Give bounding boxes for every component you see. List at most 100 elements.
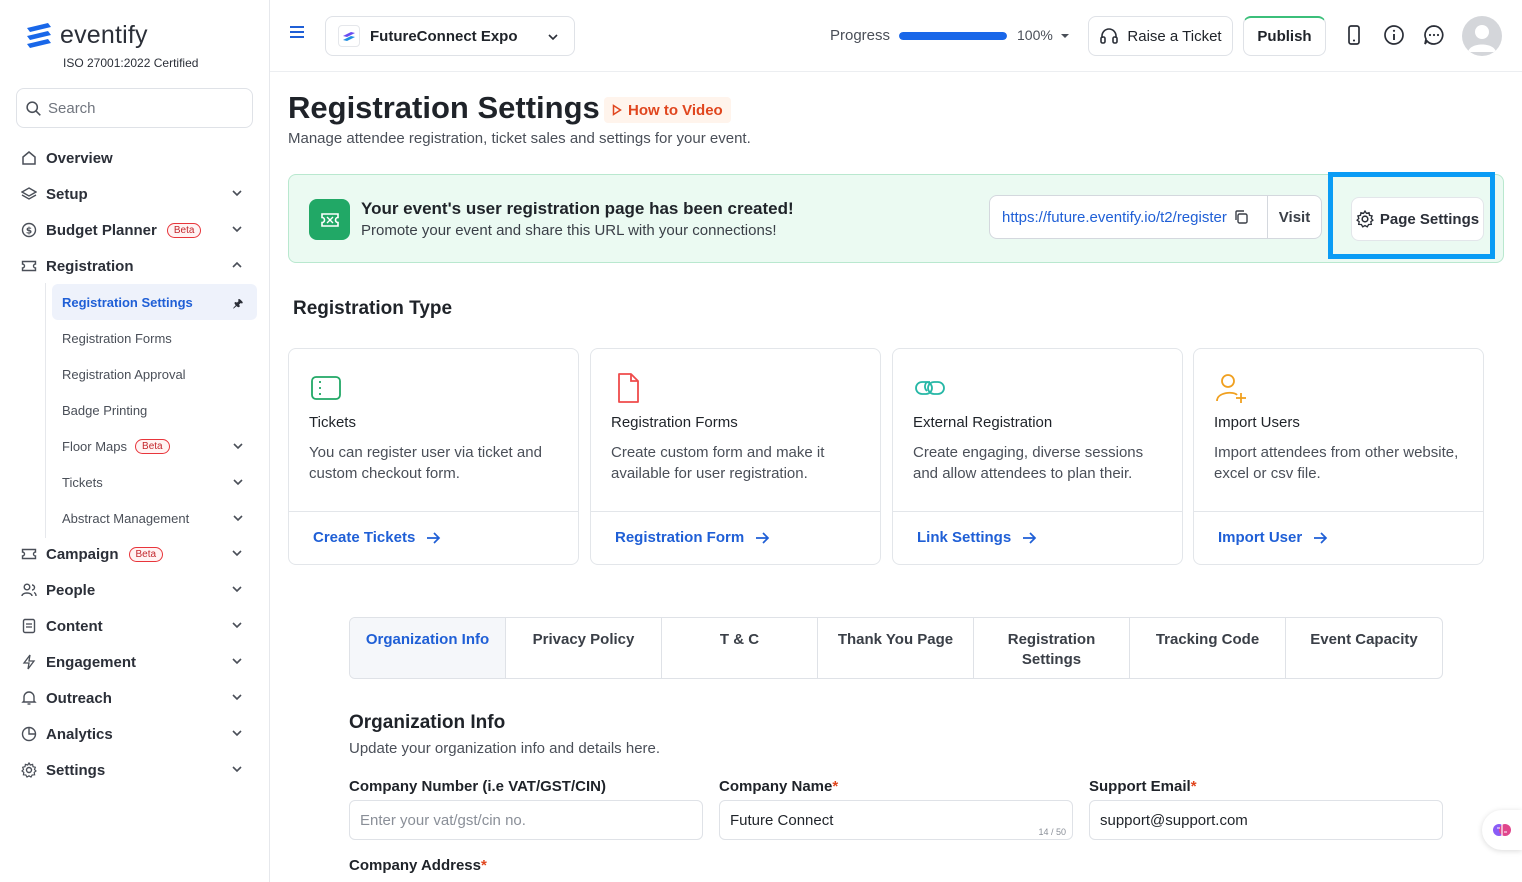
page-title: Registration Settings: [288, 90, 600, 125]
eventify-logo-icon: [27, 23, 51, 48]
sidebar-item-analytics[interactable]: Analytics: [20, 716, 250, 752]
company-name-input[interactable]: Future Connect 14 / 50: [719, 800, 1073, 840]
sidebar-item-budget-planner[interactable]: $ Budget Planner Beta: [20, 212, 250, 248]
how-to-video-button[interactable]: How to Video: [604, 97, 731, 123]
support-email-input[interactable]: support@support.com: [1089, 800, 1443, 840]
sidebar-item-setup[interactable]: Setup: [20, 176, 250, 212]
caret-down-icon[interactable]: [1060, 31, 1070, 41]
document-icon: [618, 373, 639, 403]
mobile-icon[interactable]: [1343, 24, 1365, 46]
sidebar-subitem-label: Floor Maps: [62, 438, 128, 454]
sidebar-item-outreach[interactable]: Outreach: [20, 680, 250, 716]
company-address-label: Company Address*: [349, 857, 487, 874]
sidebar-subitem-registration-forms[interactable]: Registration Forms: [52, 320, 257, 356]
tickets-card: Tickets You can register user via ticket…: [288, 348, 579, 565]
import-user-link[interactable]: Import User: [1218, 529, 1328, 546]
sidebar-item-engagement[interactable]: Engagement: [20, 644, 250, 680]
arrow-right-icon: [1023, 531, 1037, 544]
registration-form-link[interactable]: Registration Form: [615, 529, 770, 546]
chevron-down-icon: [233, 479, 243, 486]
sidebar-subitem-tickets[interactable]: Tickets: [52, 464, 257, 500]
pin-icon[interactable]: 🖈: [233, 295, 243, 314]
event-selector[interactable]: FutureConnect Expo: [325, 16, 575, 56]
sidebar-subitem-floor-maps[interactable]: Floor Maps Beta: [52, 428, 257, 464]
card-title: Import Users: [1214, 414, 1300, 431]
chevron-down-icon: [233, 515, 243, 522]
brain-icon: [1493, 824, 1511, 836]
chat-icon[interactable]: [1423, 24, 1445, 46]
sidebar-subitem-label: Badge Printing: [62, 402, 148, 418]
page-subtitle: Manage attendee registration, ticket sal…: [288, 130, 751, 147]
home-icon: [20, 149, 38, 167]
ai-assistant-button[interactable]: [1482, 810, 1522, 850]
required-marker: *: [480, 857, 487, 874]
card-title: External Registration: [913, 414, 1053, 431]
support-email-label-text: Support Email: [1089, 778, 1191, 795]
registration-type-title: Registration Type: [293, 298, 453, 319]
sidebar-item-overview[interactable]: Overview: [20, 140, 250, 176]
submenu-rail: [45, 283, 46, 538]
hamburger-menu-icon[interactable]: [288, 23, 306, 41]
card-title: Tickets: [309, 414, 356, 431]
create-tickets-link[interactable]: Create Tickets: [313, 529, 441, 546]
sidebar-item-label: Overview: [46, 149, 113, 167]
tab-organization-info[interactable]: Organization Info: [350, 618, 506, 678]
sidebar-item-label: Content: [46, 617, 103, 635]
chevron-down-icon: [548, 34, 558, 41]
brand-logo[interactable]: eventify: [24, 20, 148, 50]
tab-terms-and-conditions[interactable]: T & C: [662, 618, 818, 678]
registration-url-link[interactable]: https://future.eventify.io/t2/register: [990, 209, 1227, 226]
registration-forms-card: Registration Forms Create custom form an…: [590, 348, 881, 565]
sidebar-item-people[interactable]: People: [20, 572, 250, 608]
card-divider: [893, 511, 1182, 512]
raise-ticket-button[interactable]: Raise a Ticket: [1088, 16, 1233, 56]
tab-event-capacity[interactable]: Event Capacity: [1286, 618, 1442, 678]
sidebar-item-campaign[interactable]: Campaign Beta: [20, 536, 250, 572]
ticket-icon: [20, 545, 38, 563]
company-address-label-text: Company Address: [349, 857, 481, 874]
chevron-down-icon: [232, 190, 242, 197]
progress-bar: [899, 32, 1007, 40]
info-icon[interactable]: [1383, 24, 1405, 46]
ticket-icon: [311, 376, 341, 400]
tab-thank-you-page[interactable]: Thank You Page: [818, 618, 974, 678]
lightning-icon: [20, 653, 38, 671]
sidebar-item-registration[interactable]: Registration: [20, 248, 250, 284]
sidebar-item-label: Settings: [46, 761, 106, 779]
sidebar-item-settings[interactable]: Settings: [20, 752, 250, 788]
chevron-down-icon: [232, 586, 242, 593]
chevron-down-icon: [232, 730, 242, 737]
banner-title: Your event's user registration page has …: [361, 199, 794, 218]
sidebar-subitem-registration-settings[interactable]: Registration Settings 🖈: [52, 284, 257, 320]
sidebar-subitem-registration-approval[interactable]: Registration Approval: [52, 356, 257, 392]
headset-icon: [1100, 28, 1119, 44]
ticket-icon: [309, 199, 350, 240]
sidebar: eventify ISO 27001:2022 Certified Search…: [0, 0, 270, 882]
sidebar-item-content[interactable]: Content: [20, 608, 250, 644]
user-avatar-icon: [1468, 25, 1496, 52]
company-number-input[interactable]: Enter your vat/gst/cin no.: [349, 800, 703, 840]
copy-icon[interactable]: [1233, 209, 1249, 225]
search-icon: [26, 100, 41, 116]
visit-button[interactable]: Visit: [1267, 196, 1321, 238]
search-placeholder: Search: [48, 99, 96, 117]
beta-badge: Beta: [135, 438, 170, 454]
settings-tabs: Organization Info Privacy Policy T & C T…: [349, 617, 1443, 679]
tab-registration-settings[interactable]: Registration Settings: [974, 618, 1130, 678]
play-icon: [612, 104, 622, 116]
link-settings-link[interactable]: Link Settings: [917, 529, 1037, 546]
card-description: Create engaging, diverse sessions and al…: [913, 444, 1144, 482]
tab-privacy-policy[interactable]: Privacy Policy: [506, 618, 662, 678]
progress-label: Progress: [830, 27, 891, 44]
sidebar-subitem-abstract-management[interactable]: Abstract Management: [52, 500, 257, 536]
progress-percent: 100%: [1017, 27, 1053, 43]
search-input[interactable]: Search: [16, 88, 253, 128]
tab-tracking-code[interactable]: Tracking Code: [1130, 618, 1286, 678]
publish-button[interactable]: Publish: [1243, 16, 1326, 56]
document-icon: [20, 617, 38, 635]
card-divider: [289, 511, 578, 512]
avatar[interactable]: [1462, 16, 1502, 56]
chevron-down-icon: [232, 550, 242, 557]
brand-name: eventify: [60, 20, 148, 49]
sidebar-subitem-badge-printing[interactable]: Badge Printing: [52, 392, 257, 428]
